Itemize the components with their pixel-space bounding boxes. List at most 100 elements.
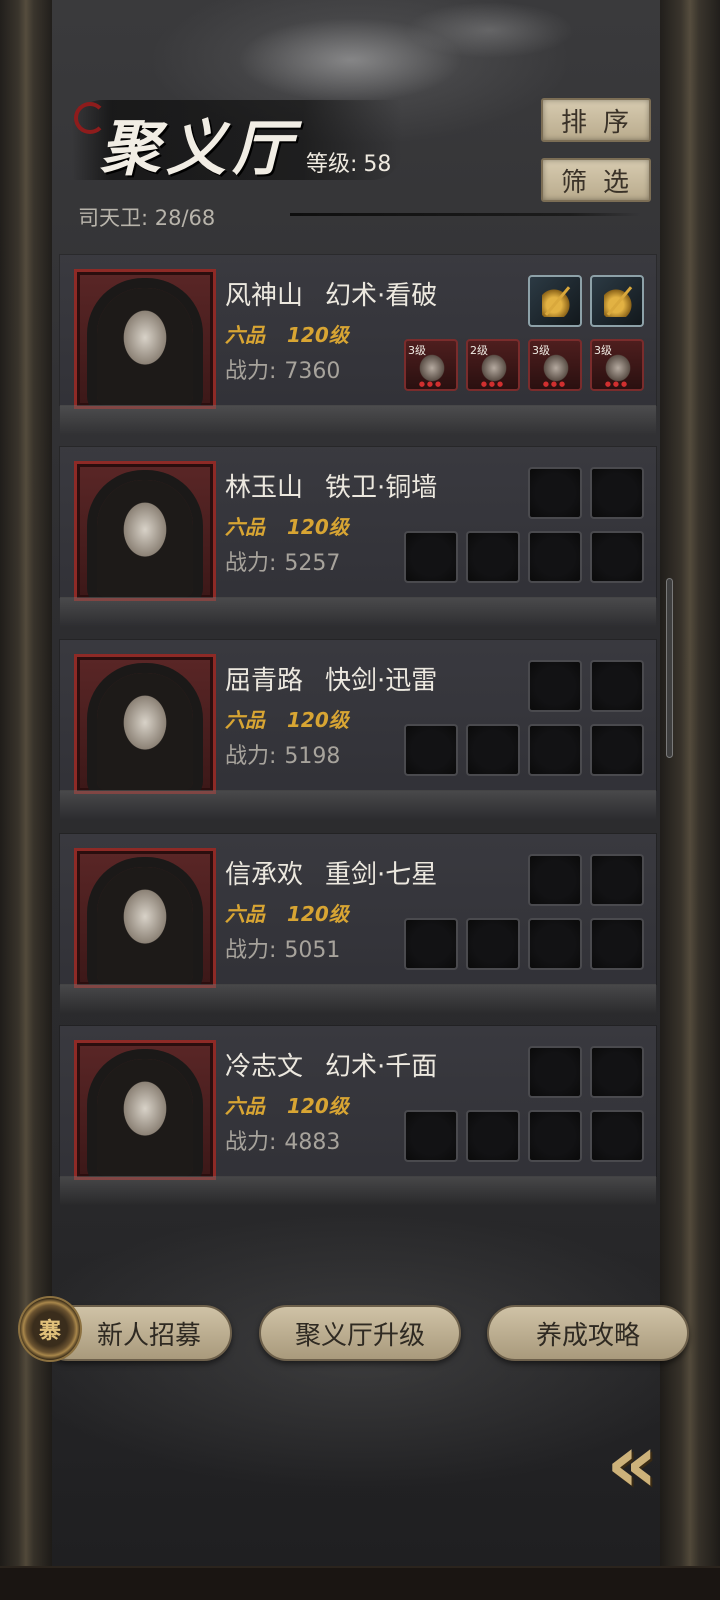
hero-power-line: 战力: 7360	[225, 353, 340, 385]
hero-portrait[interactable]	[74, 269, 216, 409]
hero-power-line: 战力: 5198	[225, 738, 340, 770]
hero-rank-line: 六品 120级	[225, 704, 349, 733]
hero-name-line: 风神山 幻术·看破	[225, 275, 437, 312]
hall-level-value: 58	[363, 152, 392, 177]
hero-name-line: 信承欢 重剑·七星	[225, 854, 437, 891]
equip-stars: ●●●	[542, 380, 568, 388]
equip-slot-empty[interactable]	[466, 724, 520, 776]
filter-button[interactable]: 筛选	[541, 158, 651, 202]
hero-power-label: 战力:	[225, 1130, 277, 1155]
hero-portrait-image	[97, 1059, 193, 1177]
hero-power-value: 5257	[284, 551, 341, 576]
artifact-slot-empty[interactable]	[590, 660, 644, 712]
weapon-icon	[418, 353, 446, 383]
back-arrow-icon[interactable]: «	[574, 1418, 684, 1508]
equip-slot-empty[interactable]	[590, 724, 644, 776]
equip-slot-empty[interactable]	[404, 1110, 458, 1162]
equip-slot-empty[interactable]	[404, 918, 458, 970]
hero-card[interactable]: 屈青路 快剑·迅雷 六品 120级 战力: 5198	[60, 640, 656, 820]
hero-portrait-image	[97, 480, 193, 598]
hero-sect: 幻术·看破	[325, 281, 438, 311]
artifact-slot-empty[interactable]	[590, 467, 644, 519]
equip-slot-weapon[interactable]: 3级 ●●●	[404, 339, 458, 391]
equip-slot-empty[interactable]	[466, 531, 520, 583]
hero-rank-line: 六品 120级	[225, 1090, 349, 1119]
hero-rank: 六品	[225, 1094, 265, 1118]
equip-slot-empty[interactable]	[528, 531, 582, 583]
hero-card[interactable]: 冷志文 幻术·千面 六品 120级 战力: 4883	[60, 1026, 656, 1206]
hero-card[interactable]: 风神山 幻术·看破 六品 120级 战力: 7360 3级 ●●● 2级 ●●● 3级…	[60, 255, 656, 435]
artifact-slot-empty[interactable]	[590, 1046, 644, 1098]
hero-rank: 六品	[225, 515, 265, 539]
hero-sect: 铁卫·铜墙	[325, 473, 438, 503]
hero-name: 信承欢	[225, 860, 304, 890]
equip-slot-empty[interactable]	[528, 918, 582, 970]
equip-slot-helmet[interactable]: 3级 ●●●	[590, 339, 644, 391]
artifact-slot-empty[interactable]	[528, 1046, 582, 1098]
sort-button[interactable]: 排序	[541, 98, 651, 142]
equip-slot-empty[interactable]	[590, 918, 644, 970]
equip-slot-empty[interactable]	[404, 531, 458, 583]
hero-rank-line: 六品 120级	[225, 319, 349, 348]
hero-name-line: 屈青路 快剑·迅雷	[225, 660, 437, 697]
hero-rank: 六品	[225, 323, 265, 347]
artifact-slot-empty[interactable]	[528, 854, 582, 906]
hall-upgrade-button[interactable]: 聚义厅升级	[259, 1305, 461, 1361]
hero-rank-line: 六品 120级	[225, 511, 349, 540]
hero-portrait[interactable]	[74, 1040, 216, 1180]
artifact-slot-empty[interactable]	[528, 660, 582, 712]
hero-name-line: 林玉山 铁卫·铜墙	[225, 467, 437, 504]
hero-level: 120级	[287, 323, 349, 347]
artifact-slot-empty[interactable]	[590, 854, 644, 906]
page-title: 聚义厅	[100, 114, 298, 184]
hero-power-label: 战力:	[225, 359, 277, 384]
hero-card[interactable]: 林玉山 铁卫·铜墙 六品 120级 战力: 5257	[60, 447, 656, 627]
armor-icon	[480, 353, 508, 383]
hero-rank: 六品	[225, 902, 265, 926]
artifact-slot-weapon-icon[interactable]	[590, 275, 644, 327]
header-divider	[290, 213, 640, 216]
equip-slot-empty[interactable]	[466, 1110, 520, 1162]
hero-power-label: 战力:	[225, 551, 277, 576]
hero-name: 屈青路	[225, 666, 304, 696]
hero-power-label: 战力:	[225, 938, 277, 963]
hero-power-line: 战力: 5051	[225, 932, 340, 964]
hero-name: 林玉山	[225, 473, 304, 503]
hero-portrait-image	[97, 288, 193, 406]
equip-slot-empty[interactable]	[590, 1110, 644, 1162]
hero-level: 120级	[287, 515, 349, 539]
hero-power-label: 战力:	[225, 744, 277, 769]
hero-rank-line: 六品 120级	[225, 898, 349, 927]
hero-power-value: 5198	[284, 744, 341, 769]
hero-portrait[interactable]	[74, 848, 216, 988]
hero-card[interactable]: 信承欢 重剑·七星 六品 120级 战力: 5051	[60, 834, 656, 1014]
hero-power-value: 5051	[284, 938, 341, 963]
hero-power-line: 战力: 5257	[225, 545, 340, 577]
hero-portrait[interactable]	[74, 654, 216, 794]
hero-power-value: 7360	[284, 359, 341, 384]
training-guide-button[interactable]: 养成攻略	[487, 1305, 689, 1361]
artifact-slot-empty[interactable]	[528, 467, 582, 519]
hall-level-label: 等级:	[306, 152, 358, 177]
hero-portrait[interactable]	[74, 461, 216, 601]
recruit-emblem-icon[interactable]: 寨	[18, 1296, 82, 1362]
helmet-icon	[604, 353, 632, 383]
hero-name: 冷志文	[225, 1052, 304, 1082]
equip-stars: ●●●	[418, 380, 444, 388]
equip-slot-empty[interactable]	[528, 724, 582, 776]
equip-slot-armor[interactable]: 2级 ●●●	[466, 339, 520, 391]
equip-slot-empty[interactable]	[404, 724, 458, 776]
equip-slot-empty[interactable]	[466, 918, 520, 970]
equip-stars: ●●●	[480, 380, 506, 388]
hero-portrait-image	[97, 673, 193, 791]
equip-slot-empty[interactable]	[528, 1110, 582, 1162]
equip-slot-helmet[interactable]: 3级 ●●●	[528, 339, 582, 391]
hero-sect: 幻术·千面	[325, 1052, 438, 1082]
hero-sect: 重剑·七星	[325, 860, 438, 890]
equip-slot-empty[interactable]	[590, 531, 644, 583]
artifact-slot-weapon-icon[interactable]	[528, 275, 582, 327]
hero-portrait-image	[97, 867, 193, 985]
list-scrollbar[interactable]	[666, 578, 673, 758]
guard-count: 司天卫: 28/68	[78, 206, 216, 230]
bottom-bar	[0, 1566, 720, 1600]
